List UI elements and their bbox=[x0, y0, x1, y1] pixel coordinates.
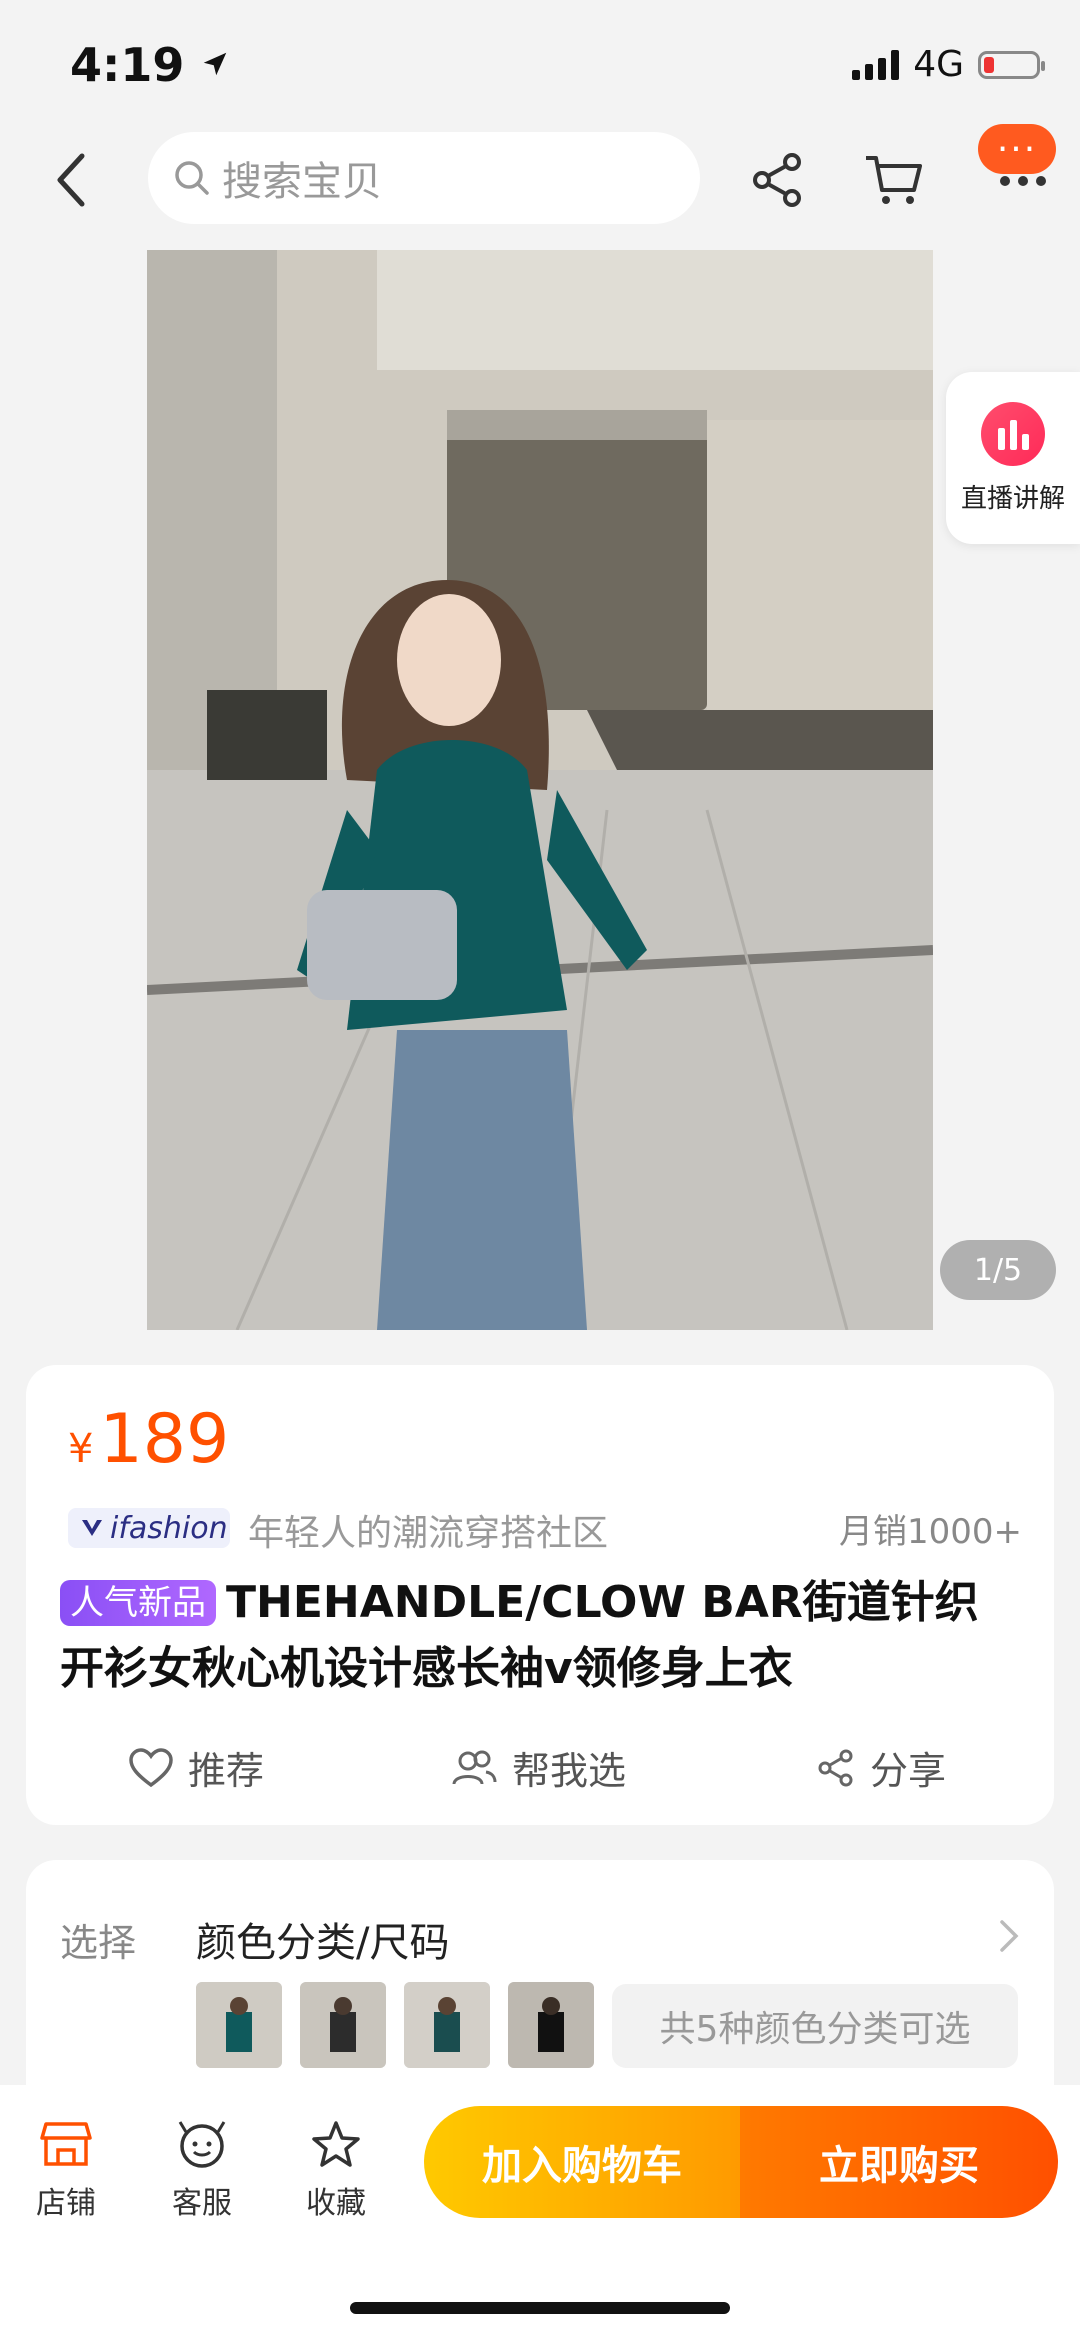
favorite-label: 收藏 bbox=[306, 2186, 366, 2221]
battery-icon bbox=[978, 50, 1045, 79]
search-icon bbox=[175, 161, 209, 195]
sku-thumbnail[interactable] bbox=[196, 1982, 282, 2068]
help-choose-label: 帮我选 bbox=[512, 1749, 627, 1793]
star-icon bbox=[312, 2121, 360, 2167]
back-icon[interactable] bbox=[50, 150, 90, 210]
popular-new-tag: 人气新品 bbox=[60, 1580, 216, 1626]
share-icon[interactable] bbox=[746, 148, 810, 212]
store-icon bbox=[40, 2122, 92, 2166]
currency-symbol: ¥ bbox=[68, 1426, 94, 1472]
sku-label: 选择 bbox=[60, 1921, 137, 1965]
product-photo bbox=[147, 250, 933, 1330]
brand-slogan: 年轻人的潮流穿搭社区 bbox=[248, 1513, 609, 1554]
signal-icon bbox=[852, 49, 900, 80]
store-tab[interactable]: 店铺 bbox=[36, 2120, 96, 2222]
sku-value: 颜色分类/尺码 bbox=[196, 1920, 450, 1966]
customer-service-icon bbox=[178, 2121, 226, 2168]
product-title: 人气新品 THEHANDLE/CLOW BAR街道针织开衫女秋心机设计感长袖v领修… bbox=[60, 1570, 1020, 1702]
sku-thumbnail[interactable] bbox=[300, 1982, 386, 2068]
help-choose-button[interactable]: 帮我选 bbox=[450, 1740, 626, 1795]
recommend-button[interactable]: 推荐 bbox=[128, 1740, 264, 1795]
cart-icon[interactable] bbox=[862, 148, 926, 212]
location-arrow-icon bbox=[204, 52, 227, 76]
heart-icon bbox=[129, 1747, 173, 1787]
add-to-cart-button[interactable]: 加入购物车 bbox=[424, 2106, 740, 2218]
ifashion-logo-icon bbox=[82, 1520, 102, 1536]
status-time-text: 4:19 bbox=[70, 38, 185, 92]
price: ¥189 bbox=[68, 1400, 229, 1479]
status-right: 4G bbox=[852, 44, 1045, 85]
ifashion-label: ifashion bbox=[110, 1510, 228, 1546]
status-time: 4:19 bbox=[70, 38, 230, 92]
share-label: 分享 bbox=[870, 1749, 947, 1793]
home-indicator[interactable] bbox=[350, 2302, 730, 2314]
ifashion-badge[interactable]: ifashion bbox=[68, 1508, 230, 1548]
live-explain-button[interactable]: 直播讲解 bbox=[946, 372, 1080, 544]
buy-now-button[interactable]: 立即购买 bbox=[740, 2106, 1058, 2218]
favorite-tab[interactable]: 收藏 bbox=[306, 2120, 366, 2222]
network-label: 4G bbox=[913, 44, 964, 85]
search-placeholder: 搜索宝贝 bbox=[222, 159, 382, 205]
search-input[interactable]: 搜索宝贝 bbox=[148, 132, 700, 224]
customer-service-label: 客服 bbox=[172, 2186, 232, 2221]
share-button[interactable]: 分享 bbox=[816, 1740, 946, 1795]
sku-thumbnail[interactable] bbox=[508, 1982, 594, 2068]
sku-thumbnail[interactable] bbox=[404, 1982, 490, 2068]
gallery-page-indicator: 1/5 bbox=[940, 1240, 1056, 1300]
more-icon[interactable] bbox=[1000, 176, 1046, 186]
live-icon bbox=[981, 401, 1045, 466]
customer-service-tab[interactable]: 客服 bbox=[172, 2120, 232, 2222]
monthly-sales: 月销1000+ bbox=[838, 1512, 1022, 1552]
store-label: 店铺 bbox=[36, 2186, 96, 2221]
share-small-icon bbox=[818, 1749, 853, 1786]
product-image[interactable] bbox=[147, 250, 933, 1330]
price-value: 189 bbox=[99, 1400, 230, 1479]
recommend-label: 推荐 bbox=[188, 1749, 265, 1793]
sku-options-note[interactable]: 共5种颜色分类可选 bbox=[612, 1984, 1018, 2068]
users-icon bbox=[452, 1750, 497, 1784]
chevron-right-icon bbox=[1000, 1920, 1019, 1952]
live-label: 直播讲解 bbox=[960, 483, 1065, 514]
message-badge[interactable]: ··· bbox=[978, 124, 1056, 174]
